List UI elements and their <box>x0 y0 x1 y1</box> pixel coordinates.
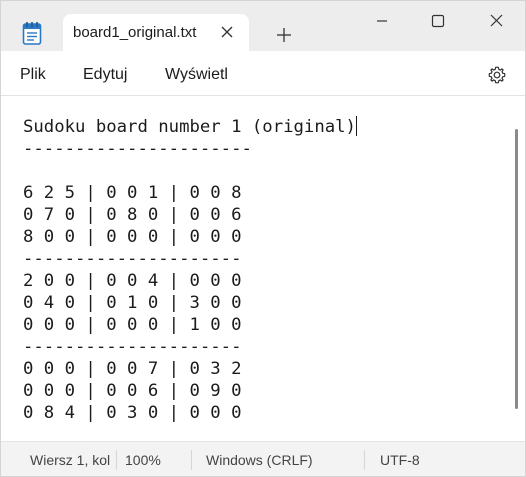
maximize-button[interactable] <box>423 7 453 37</box>
settings-button[interactable] <box>487 65 507 85</box>
vertical-scrollbar[interactable] <box>515 129 518 409</box>
window-close-button[interactable] <box>481 7 511 37</box>
editor-line: 6 2 5 | 0 0 1 | 0 0 8 <box>23 183 242 203</box>
editor-line: --------------------- <box>23 337 242 357</box>
close-icon <box>221 26 233 38</box>
status-encoding: UTF-8 <box>380 452 420 468</box>
text-caret <box>355 116 357 136</box>
status-zoom: 100% <box>125 452 161 468</box>
menu-item-wyswietl[interactable]: Wyświetl <box>165 66 228 84</box>
status-line-ending: Windows (CRLF) <box>206 452 313 468</box>
editor-line: Sudoku board number 1 (original) <box>23 117 356 137</box>
editor-line: 0 0 0 | 0 0 0 | 1 0 0 <box>23 315 242 335</box>
status-bar: Wiersz 1, kol 100% Windows (CRLF) UTF-8 <box>1 441 525 476</box>
editor-line: 0 4 0 | 0 1 0 | 3 0 0 <box>23 293 242 313</box>
tab-title: board1_original.txt <box>73 24 197 41</box>
menu-bar: Plik Edytuj Wyświetl <box>1 51 525 96</box>
minimize-button[interactable] <box>367 7 397 37</box>
menu-item-edytuj[interactable]: Edytuj <box>83 66 127 84</box>
plus-icon <box>277 28 291 42</box>
editor-line: 0 8 4 | 0 3 0 | 0 0 0 <box>23 403 242 423</box>
notepad-window: board1_original.txt Plik Edytuj Wyświetl… <box>0 0 526 477</box>
close-tab-button[interactable] <box>217 22 237 42</box>
editor-content[interactable]: Sudoku board number 1 (original) -------… <box>23 116 357 424</box>
menu-item-plik[interactable]: Plik <box>20 66 46 84</box>
editor-line: 8 0 0 | 0 0 0 | 0 0 0 <box>23 227 242 247</box>
close-icon <box>490 14 503 27</box>
status-cursor-position: Wiersz 1, kol <box>30 452 111 468</box>
editor-line: 2 0 0 | 0 0 4 | 0 0 0 <box>23 271 242 291</box>
editor-line: 0 0 0 | 0 0 7 | 0 3 2 <box>23 359 242 379</box>
editor-line: ---------------------- <box>23 139 252 159</box>
status-divider <box>116 450 117 470</box>
editor-line: 0 7 0 | 0 8 0 | 0 0 6 <box>23 205 242 225</box>
tab-board1-original[interactable]: board1_original.txt <box>63 14 249 51</box>
editor-line: --------------------- <box>23 249 242 269</box>
status-divider <box>191 450 192 470</box>
gear-icon <box>488 66 506 84</box>
notepad-icon <box>22 21 42 45</box>
text-editor[interactable]: Sudoku board number 1 (original) -------… <box>1 96 525 441</box>
title-bar[interactable]: board1_original.txt <box>1 1 525 51</box>
minimize-icon <box>377 20 387 22</box>
editor-line: 0 0 0 | 0 0 6 | 0 9 0 <box>23 381 242 401</box>
status-divider <box>364 450 365 470</box>
new-tab-button[interactable] <box>273 24 295 46</box>
maximize-icon <box>431 14 445 28</box>
